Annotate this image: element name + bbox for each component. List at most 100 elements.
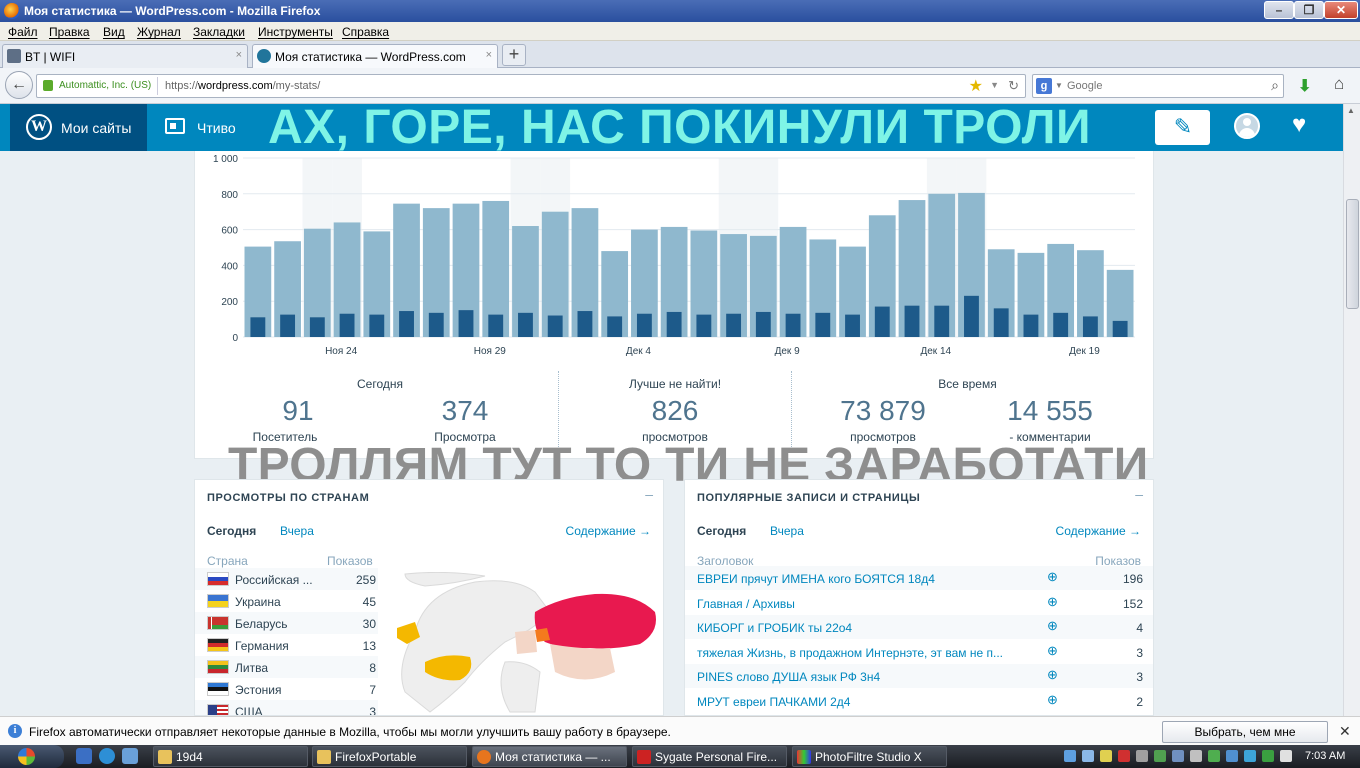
home-icon[interactable]: ⌂ (1334, 74, 1344, 94)
desktop-quicklaunch-icon[interactable] (122, 748, 138, 764)
zoom-icon[interactable]: ⊕ (1047, 643, 1058, 659)
tab-yesterday[interactable]: Вчера (280, 524, 314, 538)
tab-today[interactable]: Сегодня (207, 524, 256, 538)
zoom-icon[interactable]: ⊕ (1047, 569, 1058, 585)
list-item[interactable]: Беларусь 30 (195, 612, 378, 634)
choose-sharing-button[interactable]: Выбрать, чем мне поделиться (1162, 721, 1328, 759)
list-item[interactable]: Эстония 7 (195, 678, 378, 700)
table-row: МРУТ евреи ПАЧКАМИ 2д4 ⊕ 2 (685, 689, 1153, 713)
list-item[interactable]: Германия 13 (195, 634, 378, 656)
tab-my-stats[interactable]: Моя статистика — WordPress.com × (252, 44, 498, 69)
post-views: 3 (1136, 670, 1143, 684)
tray-icon[interactable] (1064, 750, 1076, 762)
post-title-link[interactable]: Главная / Архивы (697, 597, 795, 611)
menu-help[interactable]: Справка (342, 25, 389, 39)
tray-icon[interactable] (1208, 750, 1220, 762)
back-button[interactable]: ← (5, 71, 33, 99)
close-tab-icon[interactable]: × (236, 49, 242, 61)
tab-yesterday[interactable]: Вчера (770, 524, 804, 538)
search-box[interactable]: g ▼ Google ⌕ (1032, 74, 1284, 98)
menu-file[interactable]: Файл (8, 25, 38, 39)
menu-tools[interactable]: Инструменты (258, 25, 333, 39)
tray-icon[interactable] (1082, 750, 1094, 762)
tray-icon[interactable] (1262, 750, 1274, 762)
zoom-icon[interactable]: ⊕ (1047, 692, 1058, 708)
maximize-window-button[interactable]: ❐ (1294, 1, 1324, 19)
search-icon[interactable]: ⌕ (1271, 77, 1279, 94)
my-sites-label: Мои сайты (61, 120, 132, 136)
avatar[interactable] (1234, 113, 1260, 139)
tray-icon[interactable] (1226, 750, 1238, 762)
tray-icon[interactable] (1190, 750, 1202, 762)
x-tick-label: Ноя 29 (474, 346, 507, 357)
list-item[interactable]: США 3 (195, 700, 378, 715)
tray-icon[interactable] (1136, 750, 1148, 762)
zoom-icon[interactable]: ⊕ (1047, 667, 1058, 683)
visitors-bar (904, 305, 920, 337)
post-title-link[interactable]: тяжелая Жизнь, в продажном Интернэте, эт… (697, 646, 1003, 660)
tray-icon[interactable] (1280, 750, 1292, 762)
reload-icon[interactable]: ↻ (1008, 78, 1019, 94)
site-identity[interactable]: Automattic, Inc. (US) (41, 77, 159, 95)
visitors-bar (488, 314, 504, 337)
taskbar-item-sygate[interactable]: Sygate Personal Fire... (632, 746, 787, 767)
tray-icon[interactable] (1154, 750, 1166, 762)
close-tab-icon[interactable]: × (486, 49, 492, 61)
close-window-button[interactable]: ✕ (1324, 1, 1358, 19)
ie-quicklaunch-icon[interactable] (76, 748, 92, 764)
list-item[interactable]: Литва 8 (195, 656, 378, 678)
bookmark-star-icon[interactable]: ★ (969, 76, 983, 96)
popular-posts-card: ПОПУЛЯРНЫЕ ЗАПИСИ И СТРАНИЦЫ – Сегодня В… (684, 479, 1154, 716)
visitors-bar (934, 305, 950, 337)
post-title-link[interactable]: ЕВРЕИ прячут ИМЕНА кого БОЯТСЯ 18д4 (697, 572, 935, 586)
post-title-link[interactable]: PINES слово ДУША язык РФ 3н4 (697, 670, 880, 684)
my-sites-button[interactable]: W Мои сайты (10, 104, 147, 151)
tray-icon[interactable] (1172, 750, 1184, 762)
zoom-icon[interactable]: ⊕ (1047, 594, 1058, 610)
menu-bookmarks[interactable]: Закладки (193, 25, 245, 39)
google-icon[interactable]: g (1036, 78, 1052, 94)
collapse-icon[interactable]: – (1135, 486, 1143, 502)
url-text[interactable]: https://wordpress.com/my-stats/ (165, 80, 320, 92)
contents-link[interactable]: Содержание → (566, 524, 651, 538)
taskbar-item-firefox[interactable]: Моя статистика — ... (472, 746, 627, 767)
download-icon[interactable]: ⬇ (1298, 76, 1311, 96)
page-scrollbar[interactable]: ▲ (1343, 104, 1360, 716)
post-views: 4 (1136, 621, 1143, 635)
engine-dropdown-icon[interactable]: ▼ (1055, 81, 1063, 90)
scroll-up-icon[interactable]: ▲ (1347, 106, 1355, 115)
new-tab-button[interactable]: + (502, 44, 526, 66)
menu-view[interactable]: Вид (103, 25, 125, 39)
address-bar[interactable]: Automattic, Inc. (US) https://wordpress.… (36, 74, 1026, 98)
tab-today[interactable]: Сегодня (697, 524, 746, 538)
browser-quicklaunch-icon[interactable] (99, 748, 115, 764)
collapse-icon[interactable]: – (645, 486, 653, 502)
zoom-icon[interactable]: ⊕ (1047, 618, 1058, 634)
dropdown-arrow-icon[interactable]: ▼ (990, 80, 999, 90)
taskbar-item-19d4[interactable]: 19d4 (153, 746, 308, 767)
list-item[interactable]: Украина 45 (195, 590, 378, 612)
write-post-button[interactable]: ✎ (1155, 110, 1210, 145)
taskbar-item-firefoxportable[interactable]: FirefoxPortable (312, 746, 467, 767)
tab-bt-wifi[interactable]: BT | WIFI × (2, 44, 248, 68)
visitors-bar (666, 311, 682, 337)
close-icon[interactable]: ✕ (1339, 723, 1351, 740)
scrollbar-thumb[interactable] (1346, 199, 1359, 309)
taskbar-item-photofiltre[interactable]: PhotoFiltre Studio X (792, 746, 947, 767)
tray-icon[interactable] (1118, 750, 1130, 762)
start-button[interactable] (0, 745, 64, 768)
post-views: 2 (1136, 695, 1143, 709)
visitors-bar (518, 312, 533, 337)
post-title-link[interactable]: МРУТ евреи ПАЧКАМИ 2д4 (697, 695, 850, 709)
tray-icon[interactable] (1100, 750, 1112, 762)
notifications-icon[interactable]: ♥ (1292, 112, 1306, 138)
visitors-bar (458, 310, 474, 337)
contents-link[interactable]: Содержание → (1056, 524, 1141, 538)
tray-icon[interactable] (1244, 750, 1256, 762)
post-title-link[interactable]: КИБОРГ и ГРОБИК ты 22о4 (697, 621, 852, 635)
x-tick-label: Дек 4 (626, 346, 651, 357)
menu-history[interactable]: Журнал (137, 25, 181, 39)
menu-edit[interactable]: Правка (49, 25, 90, 39)
list-item[interactable]: Российская ... 259 (195, 568, 378, 590)
minimize-window-button[interactable]: – (1264, 1, 1294, 19)
